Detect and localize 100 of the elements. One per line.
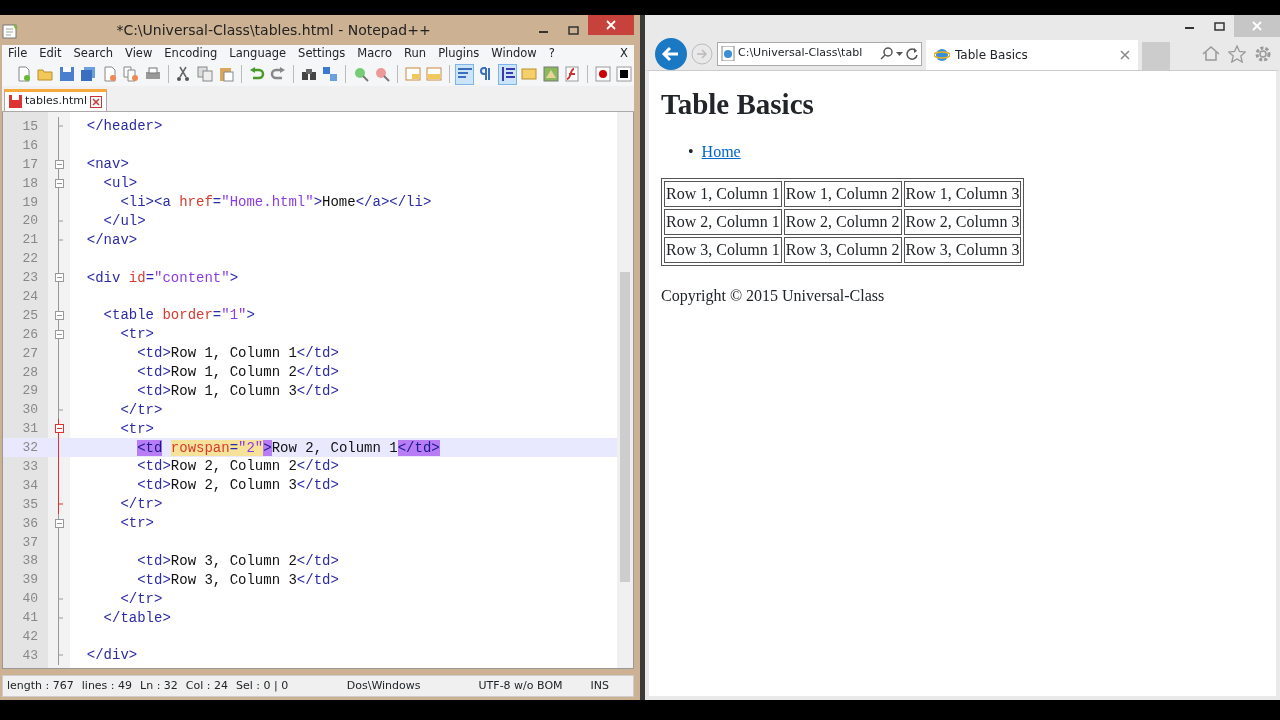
close-icon xyxy=(1252,21,1262,31)
line-number: 34 xyxy=(21,477,39,493)
line-number: 38 xyxy=(21,553,39,569)
caret-icon[interactable] xyxy=(896,51,903,56)
line-number: 24 xyxy=(21,288,39,304)
menu-item[interactable]: Search xyxy=(67,44,120,63)
home-icon[interactable] xyxy=(1202,44,1220,62)
line-number: 22 xyxy=(21,251,39,267)
globe-icon xyxy=(934,47,950,63)
table-cell: Row 3, Column 3 xyxy=(903,236,1022,263)
code-line: </ul> xyxy=(102,212,146,229)
menu-item[interactable]: Settings xyxy=(292,44,352,63)
table-cell: Row 3, Column 2 xyxy=(783,236,902,263)
line-number: 25 xyxy=(21,307,39,323)
fold-collapse-icon[interactable] xyxy=(54,178,64,188)
back-icon[interactable] xyxy=(655,37,687,70)
code-line: <nav> xyxy=(85,156,129,173)
code-line: </header> xyxy=(85,118,163,135)
menu-item[interactable]: Window xyxy=(485,44,543,63)
code-line: <tr> xyxy=(119,420,154,437)
close-button[interactable] xyxy=(588,15,634,35)
fold-end-icon xyxy=(58,238,63,241)
status-text: Ln : 32 xyxy=(139,677,179,694)
line-number: 31 xyxy=(21,421,39,437)
line-number: 40 xyxy=(21,591,39,607)
settings-icon[interactable] xyxy=(1254,44,1272,63)
code-line: <table border="1"> xyxy=(102,307,255,324)
fold-collapse-icon[interactable] xyxy=(54,273,64,283)
fold-collapse-icon[interactable] xyxy=(54,424,64,434)
table-cell: Row 2, Column 1 xyxy=(664,208,782,235)
page-icon xyxy=(721,46,735,61)
menu-item[interactable]: Plugins xyxy=(432,44,486,63)
menu-item[interactable]: File xyxy=(2,44,34,63)
address-bar[interactable]: C:\Universal-Class\tabl xyxy=(717,41,922,66)
fold-collapse-icon[interactable] xyxy=(54,518,64,528)
menu-item[interactable]: Edit xyxy=(33,44,68,63)
menu-item[interactable]: Run xyxy=(398,44,433,63)
close-document-button[interactable]: X xyxy=(614,44,634,63)
code-line: </tr> xyxy=(119,401,163,418)
file-tab-label: tables.html xyxy=(25,93,88,110)
menu-item[interactable]: View xyxy=(119,44,159,63)
line-number: 26 xyxy=(21,326,39,342)
table-cell: Row 2, Column 3 xyxy=(903,208,1022,235)
menu-item[interactable]: Encoding xyxy=(158,44,224,63)
line-number: 33 xyxy=(21,458,39,474)
notepad-icon xyxy=(2,21,19,39)
close-icon[interactable] xyxy=(1120,50,1130,60)
table-cell: Row 1, Column 3 xyxy=(903,180,1022,207)
code-line: </tr> xyxy=(119,590,163,607)
scrollbar[interactable] xyxy=(617,112,633,668)
menu-item[interactable]: Macro xyxy=(351,44,399,63)
code-line: <tr> xyxy=(119,515,154,532)
line-number: 32 xyxy=(21,440,39,456)
fold-end-icon xyxy=(58,654,63,657)
code-line: <td>Row 2, Column 2</td> xyxy=(136,458,339,475)
address-text: C:\Universal-Class\tabl xyxy=(738,45,864,62)
browser-tab[interactable]: Table Basics xyxy=(926,40,1138,70)
table-cell: Row 1, Column 2 xyxy=(783,180,902,207)
line-number: 18 xyxy=(21,175,39,191)
fold-collapse-icon[interactable] xyxy=(54,310,64,320)
code-line: <td>Row 1, Column 2</td> xyxy=(136,364,339,380)
close-icon xyxy=(606,20,616,30)
search-icon[interactable] xyxy=(880,47,893,60)
line-number: 23 xyxy=(21,270,39,286)
table-cell: Row 1, Column 1 xyxy=(664,180,782,207)
fold-end-icon xyxy=(58,125,63,128)
code-line: <td>Row 3, Column 3</td> xyxy=(136,571,339,588)
fold-collapse-icon[interactable] xyxy=(54,329,64,339)
close-icon[interactable] xyxy=(90,95,103,108)
window-title: *C:\Universal-Class\tables.html - Notepad++ xyxy=(115,20,432,40)
star-icon[interactable] xyxy=(1228,44,1246,63)
fold-end-icon xyxy=(58,616,63,619)
code-line: </table> xyxy=(102,609,171,626)
code-line: </div> xyxy=(85,647,138,664)
code-line: <ul> xyxy=(102,175,138,192)
file-tab[interactable]: tables.html xyxy=(4,89,108,111)
fold-end-icon xyxy=(58,503,63,506)
code-line: <tr> xyxy=(119,326,154,343)
refresh-icon[interactable] xyxy=(906,47,918,60)
fold-end-icon xyxy=(58,219,63,222)
menu-item[interactable]: ? xyxy=(542,44,561,63)
line-number: 21 xyxy=(21,232,39,248)
table-cell: Row 3, Column 1 xyxy=(664,236,782,263)
maximize-icon xyxy=(1213,21,1225,31)
code-line: </tr> xyxy=(119,496,163,513)
page-heading: Table Basics xyxy=(661,87,815,122)
line-number: 20 xyxy=(21,213,39,229)
line-number: 43 xyxy=(21,647,39,663)
line-number: 19 xyxy=(21,194,39,210)
menu-item[interactable]: Language xyxy=(223,44,293,63)
fold-end-icon xyxy=(58,597,63,600)
status-text: INS xyxy=(589,677,610,694)
status-text: Sel : 0 | 0 xyxy=(235,677,290,694)
fold-collapse-icon[interactable] xyxy=(54,159,64,169)
code-line: <td rowspan="2">Row 2, Column 1</td> xyxy=(136,439,440,456)
nav-link[interactable]: Home xyxy=(701,139,741,164)
maximize-icon xyxy=(567,25,579,35)
status-text: Col : 24 xyxy=(184,677,229,694)
line-number: 30 xyxy=(21,402,39,418)
line-number: 28 xyxy=(21,364,39,380)
